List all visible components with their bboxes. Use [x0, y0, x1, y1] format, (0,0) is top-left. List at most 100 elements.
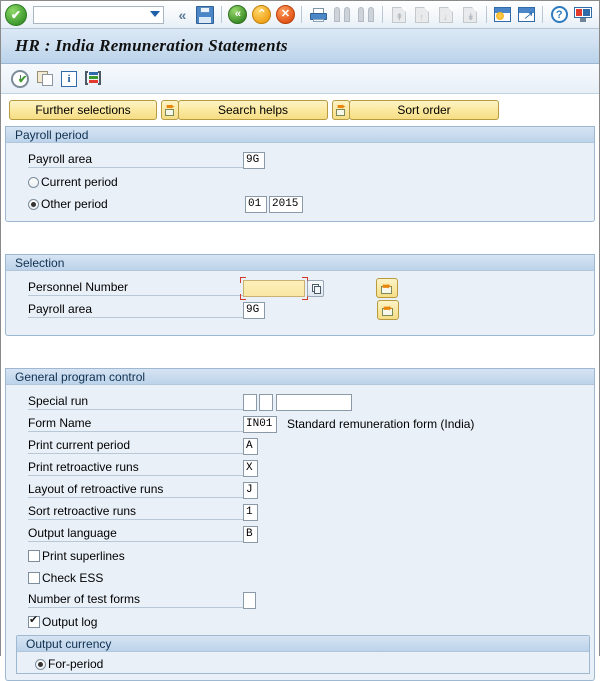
layout-retroactive-runs-field[interactable]: J — [243, 481, 258, 499]
selection-payroll-area-multiple-selection-button[interactable] — [377, 300, 399, 320]
check-ess-label: Check ESS — [42, 571, 104, 585]
find-next-icon[interactable] — [355, 4, 377, 26]
output-log-label: Output log — [42, 615, 98, 629]
sort-retroactive-runs-label: Sort retroactive runs — [28, 504, 243, 520]
current-period-radio[interactable] — [28, 176, 39, 188]
current-period-label: Current period — [41, 175, 118, 189]
personnel-number-focus-frame — [240, 276, 308, 300]
row-form-name: Form Name IN01 Standard remuneration for… — [6, 413, 594, 435]
page-title: HR : India Remuneration Statements — [15, 36, 288, 55]
output-language-label: Output language — [28, 526, 243, 542]
sort-order-button[interactable]: Sort order — [349, 100, 499, 120]
first-page-icon[interactable]: ↟ — [388, 4, 410, 26]
customize-local-layout-icon[interactable] — [572, 4, 594, 26]
print-superlines-checkbox[interactable] — [28, 550, 40, 562]
selection-screen-body: Payroll period Payroll area 9G Current p… — [1, 126, 599, 681]
other-period-radio[interactable] — [28, 198, 39, 210]
section-header-general-program-control: General program control — [6, 368, 594, 385]
row-for-period[interactable]: For-period — [17, 655, 589, 673]
application-toolbar: i — [1, 64, 599, 94]
section-payroll-period: Payroll period Payroll area 9G Current p… — [5, 126, 595, 222]
toolbar-divider — [381, 6, 383, 23]
row-special-run: Special run — [6, 391, 594, 413]
further-selections-button[interactable]: Further selections — [9, 100, 157, 120]
subsection-output-currency: Output currency For-period — [16, 635, 590, 674]
special-run-field-a[interactable] — [243, 393, 257, 411]
output-language-field[interactable]: B — [243, 525, 258, 543]
output-log-checkbox[interactable] — [28, 614, 40, 628]
row-personnel-number: Personnel Number — [6, 276, 594, 300]
special-run-label: Special run — [28, 394, 243, 410]
info-icon[interactable]: i — [61, 70, 77, 87]
selection-button-row: Further selections Search helps Sort ord… — [1, 94, 599, 126]
find-icon[interactable] — [331, 4, 353, 26]
toolbar-divider — [221, 6, 223, 23]
payroll-area-label: Payroll area — [28, 152, 243, 168]
section-selection: Selection Personnel Number Payroll area … — [5, 254, 595, 336]
chevron-down-icon[interactable] — [149, 10, 160, 17]
subsection-header-output-currency: Output currency — [17, 636, 589, 652]
personnel-number-multiple-selection-button[interactable] — [376, 278, 398, 298]
row-selection-payroll-area: Payroll area 9G — [6, 299, 594, 321]
section-general-program-control: General program control Special run Form… — [5, 368, 595, 681]
personnel-number-multiple-selection-icon[interactable] — [307, 279, 324, 297]
row-sort-retroactive-runs: Sort retroactive runs 1 — [6, 501, 594, 523]
back-chevron-icon[interactable]: « — [171, 4, 193, 26]
print-superlines-label: Print superlines — [42, 549, 125, 563]
special-run-field-c[interactable] — [276, 393, 352, 411]
title-bar: HR : India Remuneration Statements — [1, 29, 599, 64]
back-icon[interactable]: « — [227, 4, 249, 26]
personnel-number-label: Personnel Number — [28, 280, 243, 296]
section-body-payroll-period: Payroll area 9G Current period Other per… — [6, 143, 594, 221]
payroll-area-field[interactable]: 9G — [243, 151, 265, 169]
row-print-retroactive-runs: Print retroactive runs X — [6, 457, 594, 479]
other-period-period-field[interactable]: 01 — [245, 195, 267, 213]
row-print-superlines[interactable]: Print superlines — [6, 545, 594, 567]
selection-payroll-area-label: Payroll area — [28, 302, 243, 318]
print-retroactive-runs-field[interactable]: X — [243, 459, 258, 477]
help-icon[interactable]: ? — [548, 4, 570, 26]
sap-gui-window: ✔ « « ⌃ ✕ ↟ ↑ ↓ ↡ ↗ ? HR : India Remuner… — [0, 0, 600, 681]
print-icon[interactable] — [307, 4, 329, 26]
row-print-current-period: Print current period A — [6, 435, 594, 457]
other-period-label: Other period — [41, 197, 108, 211]
number-test-forms-field[interactable] — [243, 591, 256, 609]
row-other-period[interactable]: Other period 01 2015 — [6, 193, 594, 215]
print-current-period-field[interactable]: A — [243, 437, 258, 455]
exit-icon[interactable]: ⌃ — [251, 4, 273, 26]
section-header-selection: Selection — [6, 254, 594, 271]
personnel-number-field[interactable] — [243, 279, 305, 297]
variant-icon[interactable] — [85, 71, 101, 86]
create-shortcut-icon[interactable]: ↗ — [516, 4, 538, 26]
create-session-icon[interactable] — [492, 4, 514, 26]
execute-icon[interactable] — [11, 69, 29, 88]
sort-order-arrow-icon[interactable] — [332, 100, 350, 120]
check-ess-checkbox[interactable] — [28, 572, 40, 584]
other-period-year-field[interactable]: 2015 — [269, 195, 303, 213]
save-icon[interactable] — [194, 4, 216, 26]
for-period-label: For-period — [48, 657, 104, 671]
sort-retroactive-runs-field[interactable]: 1 — [243, 503, 258, 521]
ok-check-icon[interactable]: ✔ — [5, 3, 27, 26]
toolbar-divider — [485, 6, 487, 23]
form-name-label: Form Name — [28, 416, 243, 432]
next-page-icon[interactable]: ↓ — [435, 4, 457, 26]
row-current-period[interactable]: Current period — [6, 171, 594, 193]
form-name-field[interactable]: IN01 — [243, 415, 277, 433]
spacer-after-payroll-period — [5, 226, 595, 254]
copy-icon[interactable] — [37, 71, 53, 86]
row-output-log[interactable]: Output log — [6, 611, 594, 633]
search-helps-button[interactable]: Search helps — [178, 100, 328, 120]
special-run-field-b[interactable] — [259, 393, 273, 411]
command-input[interactable] — [32, 5, 164, 24]
section-header-payroll-period: Payroll period — [6, 126, 594, 143]
subsection-body-output-currency: For-period — [17, 652, 589, 673]
selection-payroll-area-field[interactable]: 9G — [243, 301, 265, 319]
search-helps-arrow-icon[interactable] — [161, 100, 179, 120]
cancel-icon[interactable]: ✕ — [275, 4, 297, 26]
section-body-selection: Personnel Number Payroll area 9G — [6, 271, 594, 335]
row-check-ess[interactable]: Check ESS — [6, 567, 594, 589]
last-page-icon[interactable]: ↡ — [459, 4, 481, 26]
previous-page-icon[interactable]: ↑ — [411, 4, 433, 26]
for-period-radio[interactable] — [35, 658, 46, 670]
